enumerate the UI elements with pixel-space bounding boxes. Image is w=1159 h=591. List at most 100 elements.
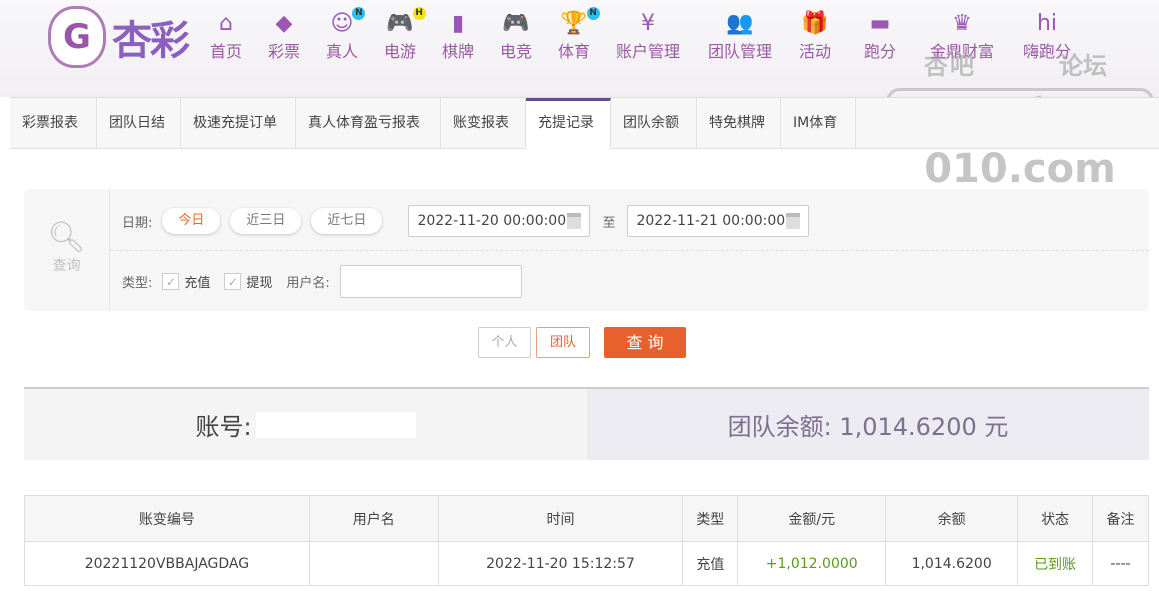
nav-badge: N: [352, 7, 366, 20]
last-7-days-button[interactable]: 近七日: [311, 208, 383, 234]
lottery-ticket-icon: ◆: [276, 10, 293, 38]
logo-text: 杏彩: [112, 18, 190, 64]
nav-item[interactable]: 👥 团队管理: [708, 10, 772, 62]
col-time: 时间: [437, 495, 684, 542]
nav-label: 体育: [557, 42, 591, 61]
cell-balance: 1,014.6200: [885, 541, 1019, 586]
today-button[interactable]: 今日: [162, 208, 221, 234]
query-button[interactable]: 查 询: [604, 327, 686, 358]
nav-label: 电竞: [499, 42, 533, 61]
live-dealer-icon: ☺ N: [330, 7, 366, 38]
tab-deposit-withdraw-records[interactable]: 充提记录: [526, 98, 611, 149]
account-summary: 账号:: [24, 389, 587, 460]
calendar-icon[interactable]: [786, 213, 801, 229]
esports-gamepad-icon: 🎮: [502, 10, 529, 38]
deposit-checkbox[interactable]: ✓: [162, 273, 180, 290]
personal-button[interactable]: 个人: [478, 327, 531, 358]
live-dealer-icon-glyph: ☺: [330, 11, 354, 36]
nav-label: 首页: [209, 42, 243, 61]
gamepad-icon: 🎮 H: [386, 7, 426, 38]
nav-item[interactable]: ¥ 账户管理: [616, 10, 680, 62]
col-amount: 金额/元: [737, 495, 887, 542]
cards-icon-glyph: ▮: [451, 11, 465, 36]
date-label: 日期:: [122, 215, 153, 231]
nav-label: 账户管理: [615, 42, 681, 61]
nav-item[interactable]: 🎁 活动: [799, 10, 831, 62]
team-icon-glyph: 👥: [726, 11, 754, 36]
nav-item[interactable]: hi 嗨跑分: [1023, 10, 1071, 62]
withdraw-label: 提现: [246, 276, 273, 291]
team-icon: 👥: [726, 10, 753, 38]
tripod-icon: ♛: [952, 10, 972, 38]
nav-label: 真人: [325, 42, 359, 61]
nav-item[interactable]: ⌂ 首页: [210, 10, 242, 62]
yen-coin-icon-glyph: ¥: [640, 11, 655, 36]
cell-amount: +1,012.0000: [737, 541, 887, 586]
calendar-icon[interactable]: [567, 213, 582, 229]
end-date-value: 2022-11-21 00:00:00: [636, 213, 786, 229]
logo[interactable]: G 杏彩: [48, 6, 190, 68]
tab-team-daily[interactable]: 团队日结: [97, 98, 181, 149]
gift-icon: 🎁: [801, 10, 828, 38]
withdraw-checkbox[interactable]: ✓: [224, 273, 242, 290]
cell-transaction-id: 20221120VBBAJAGDAG: [24, 541, 310, 586]
last-3-days-button[interactable]: 近三日: [230, 208, 302, 234]
date-range-separator: 至: [602, 215, 616, 231]
summary-bar: 账号: 团队余额: 1,014.6200 元: [24, 387, 1149, 460]
nav-label: 活动: [798, 42, 832, 61]
tab-lottery-report[interactable]: 彩票报表: [10, 98, 97, 149]
cell-status: 已到账: [1017, 541, 1094, 586]
records-table: 账变编号 用户名 时间 类型 金额/元 余额 状态 备注 20221120VBB…: [24, 495, 1149, 586]
hi-app-icon: hi: [1037, 10, 1057, 38]
team-balance: 团队余额: 1,014.6200 元: [587, 389, 1149, 460]
username-input[interactable]: [339, 265, 522, 298]
start-date-input[interactable]: 2022-11-20 00:00:00: [408, 205, 591, 237]
col-status: 状态: [1017, 495, 1094, 542]
nav-label: 彩票: [267, 42, 301, 61]
cards-icon: ▮: [452, 10, 464, 38]
filter-side-label: 查询: [52, 258, 81, 274]
col-username: 用户名: [308, 495, 439, 542]
home-icon: ⌂: [219, 10, 233, 38]
nav-label: 团队管理: [707, 42, 773, 61]
nav-label: 嗨跑分: [1022, 42, 1072, 61]
col-balance: 余额: [885, 495, 1019, 542]
tab-fast-deposit-orders[interactable]: 极速充提订单: [181, 98, 296, 149]
tab-transaction-report[interactable]: 账变报表: [441, 98, 526, 149]
cell-time: 2022-11-20 15:12:57: [437, 541, 684, 586]
nav-item[interactable]: ◆ 彩票: [268, 10, 300, 62]
tab-chess[interactable]: 特免棋牌: [697, 98, 781, 149]
tab-live-sports-pnl[interactable]: 真人体育盈亏报表: [296, 98, 441, 149]
report-tabs: 彩票报表 团队日结 极速充提订单 真人体育盈亏报表 账变报表 充提记录 团队余额…: [10, 97, 1159, 149]
lottery-ticket-icon-glyph: ◆: [275, 11, 293, 36]
nav-item[interactable]: 🎮 电竞: [500, 10, 532, 62]
logo-emblem-icon: G: [48, 6, 106, 68]
nav-item[interactable]: ▮ 棋牌: [442, 10, 474, 62]
tab-team-balance[interactable]: 团队余额: [611, 98, 697, 149]
nav-item[interactable]: ♛ 金鼎财富: [930, 10, 994, 62]
gift-icon-glyph: 🎁: [801, 11, 829, 36]
esports-gamepad-icon-glyph: 🎮: [502, 11, 530, 36]
deposit-label: 充值: [184, 276, 211, 291]
account-label: 账号:: [195, 413, 252, 441]
tab-im-sports[interactable]: IM体育: [781, 98, 856, 149]
nav-item[interactable]: ☺ N 真人: [325, 7, 366, 62]
nav-item[interactable]: 🏆 N 体育: [557, 7, 600, 62]
divider: [110, 250, 1149, 251]
team-button[interactable]: 团队: [536, 327, 590, 358]
cell-username: [308, 541, 439, 586]
tripod-icon-glyph: ♛: [952, 11, 972, 36]
col-remark: 备注: [1092, 495, 1149, 542]
table-header-row: 账变编号 用户名 时间 类型 金额/元 余额 状态 备注: [24, 495, 1149, 542]
rhino-icon-glyph: ▬: [869, 11, 891, 36]
nav-item[interactable]: ▬ 跑分: [864, 10, 896, 62]
end-date-input[interactable]: 2022-11-21 00:00:00: [627, 205, 810, 237]
type-label: 类型:: [122, 276, 153, 291]
trophy-icon: 🏆 N: [560, 7, 600, 38]
account-redacted: [255, 411, 416, 438]
filter-side: 🔍︎ 查询: [24, 189, 110, 311]
nav-item[interactable]: 🎮 H 电游: [384, 7, 426, 62]
nav-label: 金鼎财富: [929, 42, 995, 61]
username-label: 用户名:: [286, 276, 330, 291]
trophy-icon-glyph: 🏆: [560, 11, 588, 36]
